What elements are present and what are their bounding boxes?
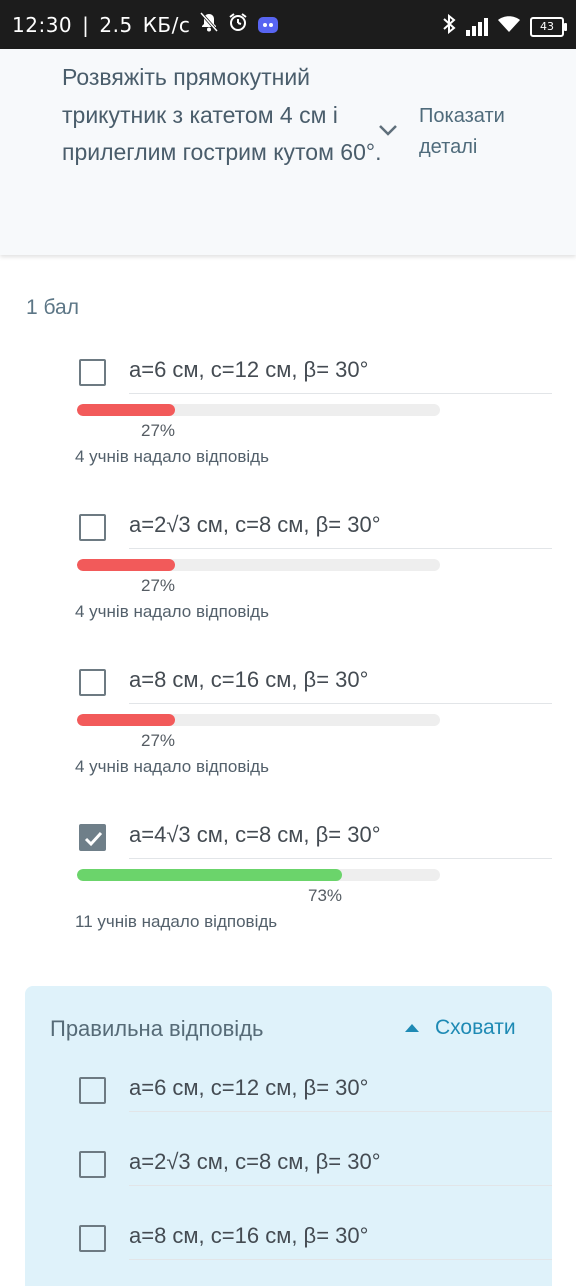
option-checkbox[interactable] [79,359,106,386]
show-details-button[interactable]: Показати деталі [419,101,529,163]
response-count: 4 учнів надало відповідь [75,757,269,776]
option-checkbox[interactable] [79,669,106,696]
discord-icon [258,16,279,33]
alarm-icon [228,12,248,37]
percent-label: 73% [307,886,343,905]
option-label: a=2√3 см, c=8 см, β= 30° [129,512,381,537]
divider [129,393,552,394]
hide-button[interactable]: Сховати [405,1016,516,1040]
progress-track [77,714,440,726]
clock: 12:30 [12,12,73,37]
divider [129,548,552,549]
option-checkbox[interactable] [79,1151,106,1178]
correct-answer-panel: Правильна відповідь Сховати a=6 см, c=12… [25,986,552,1286]
correct-answer-option: a=6 см, c=12 см, β= 30° [25,1075,552,1117]
progress-fill [77,559,175,571]
separator: | [82,12,90,37]
divider [129,858,552,859]
percent-label: 27% [140,731,176,750]
status-right: 43 [442,13,567,39]
option-label: a=6 см, c=12 см, β= 30° [129,357,369,382]
net-unit: КБ/с [142,12,191,37]
checkmark-icon [84,831,103,847]
divider [129,1185,552,1186]
progress-fill [77,404,175,416]
option-label: a=4√3 см, c=8 см, β= 30° [129,822,381,847]
correct-answer-option: a=2√3 см, c=8 см, β= 30° [25,1149,552,1191]
status-left: 12:30 | 2.5 КБ/с [12,12,279,37]
bluetooth-icon [442,13,456,39]
divider [129,1259,552,1260]
progress-track [77,559,440,571]
net-speed: 2.5 [99,12,133,37]
muted-bell-icon [200,12,219,37]
progress-fill [77,869,342,881]
option-label: a=2√3 см, c=8 см, β= 30° [129,1149,381,1174]
answer-option: a=8 см, c=16 см, β= 30° 27% 4 учнів нада… [0,667,576,789]
correct-answer-option: a=8 см, c=16 см, β= 30° [25,1223,552,1265]
option-checkbox-checked[interactable] [79,824,106,851]
signal-icon [466,17,488,36]
answer-option: a=4√3 см, c=8 см, β= 30° 73% 11 учнів на… [0,822,576,944]
percent-label: 27% [140,421,176,440]
option-checkbox[interactable] [79,1225,106,1252]
option-label: a=8 см, c=16 см, β= 30° [129,1223,369,1248]
option-label: a=6 см, c=12 см, β= 30° [129,1075,369,1100]
response-count: 4 учнів надало відповідь [75,602,269,621]
correct-answer-title: Правильна відповідь [50,1016,264,1041]
chevron-down-icon[interactable] [378,123,398,142]
divider [129,1111,552,1112]
progress-fill [77,714,175,726]
question-text: Розвяжіть прямокутний трикутник з катето… [62,64,382,165]
answer-option: a=2√3 см, c=8 см, β= 30° 27% 4 учнів над… [0,512,576,634]
response-count: 11 учнів надало відповідь [75,912,278,931]
response-count: 4 учнів надало відповідь [75,447,269,466]
caret-up-icon [405,1024,419,1032]
points-label: 1 бал [26,296,79,319]
wifi-icon [498,15,520,38]
percent-label: 27% [140,576,176,595]
battery-icon: 43 [530,16,567,37]
option-checkbox[interactable] [79,1077,106,1104]
status-bar: 12:30 | 2.5 КБ/с 43 [0,0,576,49]
answer-option: a=6 см, c=12 см, β= 30° 27% 4 учнів нада… [0,357,576,479]
option-label: a=8 см, c=16 см, β= 30° [129,667,369,692]
progress-track [77,404,440,416]
hide-label: Сховати [435,1016,516,1039]
question-card: Розвяжіть прямокутний трикутник з катето… [0,49,576,255]
progress-track [77,869,440,881]
divider [129,703,552,704]
option-checkbox[interactable] [79,514,106,541]
